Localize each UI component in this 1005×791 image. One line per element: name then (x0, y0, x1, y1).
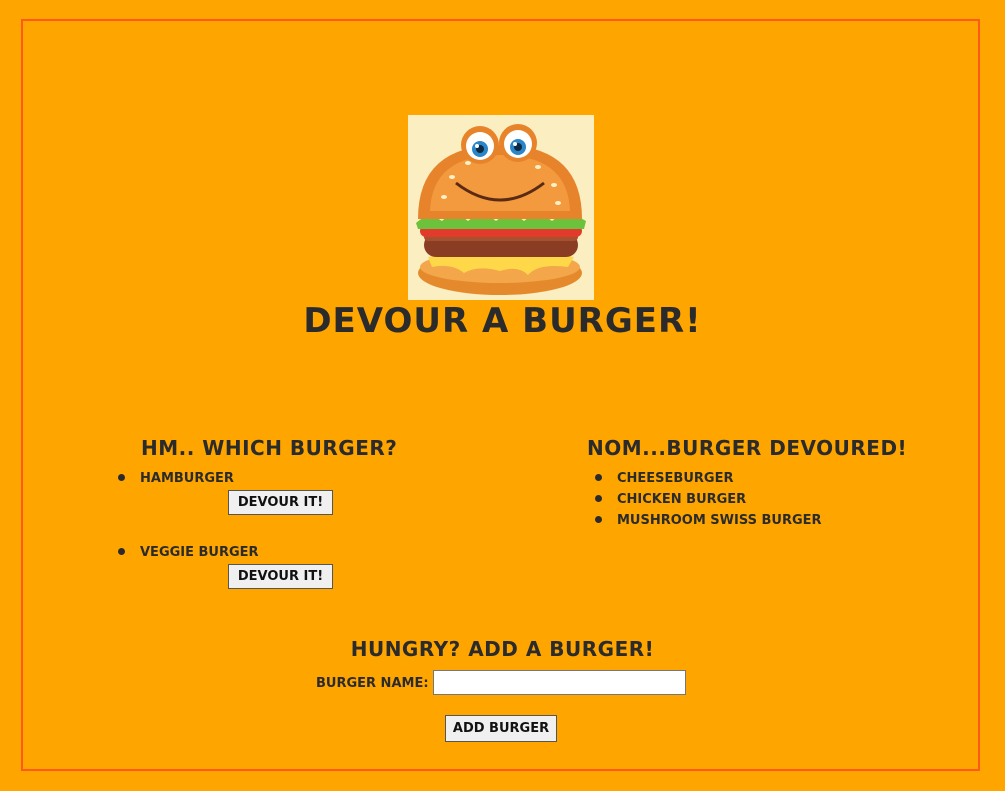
list-item: Mushroom Swiss Burger (595, 510, 822, 531)
add-burger-button[interactable]: Add Burger (445, 715, 557, 742)
devoured-burgers-heading: Nom...Burger Devoured! (587, 436, 908, 460)
uneaten-burger-list: Hamburger Devour it! Veggie Burger Devou… (118, 468, 333, 616)
add-burger-heading: Hungry? Add a Burger! (350, 637, 655, 661)
burger-name: Hamburger (140, 471, 234, 486)
burger-name-label: Burger Name: (316, 676, 429, 691)
page-title: Devour a Burger! (303, 301, 702, 341)
devoured-burger-list: Cheeseburger Chicken Burger Mushroom Swi… (595, 468, 822, 531)
list-item: Veggie Burger Devour it! (118, 542, 333, 616)
devour-button[interactable]: Devour it! (228, 564, 333, 589)
list-item: Cheeseburger (595, 468, 822, 489)
burger-mascot-icon (408, 115, 594, 300)
burger-name: Veggie Burger (140, 545, 259, 560)
devour-button[interactable]: Devour it! (228, 490, 333, 515)
burger-name-input[interactable] (433, 670, 686, 695)
uneaten-burgers-heading: Hm.. Which Burger? (141, 436, 398, 460)
list-item: Hamburger Devour it! (118, 468, 333, 542)
list-item: Chicken Burger (595, 489, 822, 510)
